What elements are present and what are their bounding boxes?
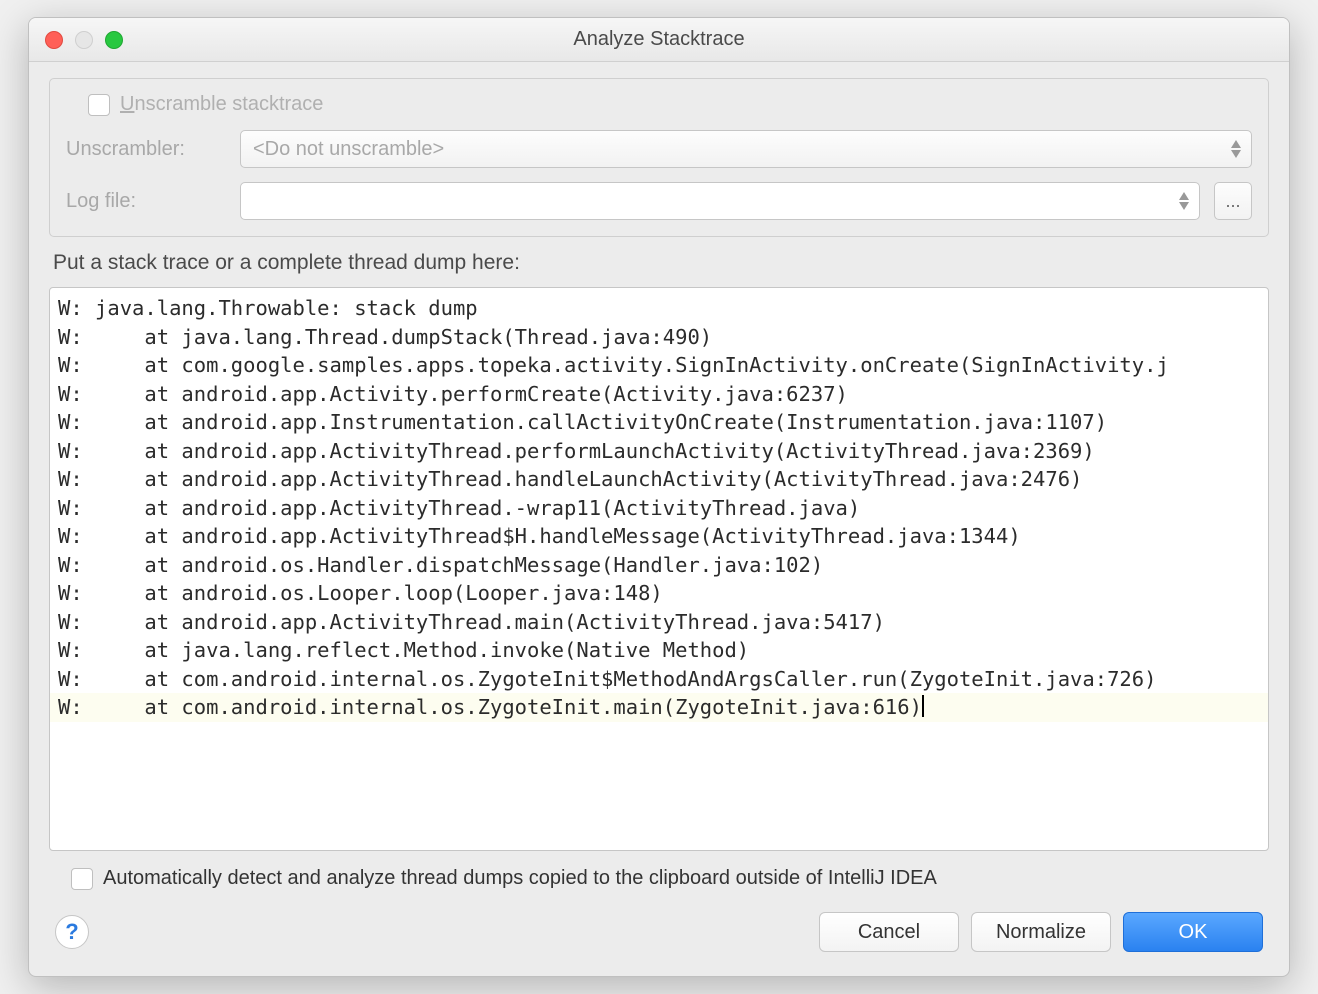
help-icon: ? bbox=[65, 919, 78, 945]
stacktrace-line: W: at com.android.internal.os.ZygoteInit… bbox=[50, 665, 1268, 694]
window-title: Analyze Stacktrace bbox=[29, 28, 1289, 51]
stacktrace-line: W: at android.app.Instrumentation.callAc… bbox=[50, 408, 1268, 437]
help-button[interactable]: ? bbox=[55, 915, 89, 949]
chevron-updown-icon bbox=[1179, 192, 1189, 210]
unscramble-group: Unscramble stacktrace Unscrambler: <Do n… bbox=[49, 78, 1269, 237]
unscramble-checkbox[interactable] bbox=[88, 94, 110, 116]
logfile-label: Log file: bbox=[66, 190, 226, 213]
titlebar: Analyze Stacktrace bbox=[29, 18, 1289, 62]
unscrambler-value: <Do not unscramble> bbox=[253, 138, 444, 161]
dialog-content: Unscramble stacktrace Unscrambler: <Do n… bbox=[29, 62, 1289, 976]
dialog-footer: ? Cancel Normalize OK bbox=[49, 902, 1269, 956]
stacktrace-line: W: java.lang.Throwable: stack dump bbox=[50, 294, 1268, 323]
stacktrace-line: W: at java.lang.reflect.Method.invoke(Na… bbox=[50, 636, 1268, 665]
ok-label: OK bbox=[1179, 921, 1208, 944]
stacktrace-line: W: at android.app.ActivityThread.perform… bbox=[50, 437, 1268, 466]
stacktrace-line: W: at com.android.internal.os.ZygoteInit… bbox=[50, 693, 1268, 722]
browse-logfile-button[interactable]: ... bbox=[1214, 182, 1252, 220]
minimize-icon bbox=[75, 31, 93, 49]
stacktrace-line: W: at android.app.Activity.performCreate… bbox=[50, 380, 1268, 409]
logfile-input[interactable] bbox=[240, 182, 1200, 220]
cancel-label: Cancel bbox=[858, 921, 920, 944]
dialog-window: Analyze Stacktrace Unscramble stacktrace… bbox=[28, 17, 1290, 977]
stacktrace-line: W: at android.app.ActivityThread.handleL… bbox=[50, 465, 1268, 494]
stacktrace-line: W: at com.google.samples.apps.topeka.act… bbox=[50, 351, 1268, 380]
stacktrace-line: W: at android.app.ActivityThread.-wrap11… bbox=[50, 494, 1268, 523]
unscramble-checkbox-label: Unscramble stacktrace bbox=[120, 93, 323, 116]
text-cursor bbox=[922, 695, 924, 717]
stacktrace-line: W: at android.app.ActivityThread.main(Ac… bbox=[50, 608, 1268, 637]
ellipsis-icon: ... bbox=[1225, 191, 1240, 212]
maximize-icon[interactable] bbox=[105, 31, 123, 49]
stacktrace-line: W: at android.os.Looper.loop(Looper.java… bbox=[50, 579, 1268, 608]
unscrambler-select[interactable]: <Do not unscramble> bbox=[240, 130, 1252, 168]
ok-button[interactable]: OK bbox=[1123, 912, 1263, 952]
auto-detect-label: Automatically detect and analyze thread … bbox=[103, 867, 937, 890]
stacktrace-line: W: at android.app.ActivityThread$H.handl… bbox=[50, 522, 1268, 551]
close-icon[interactable] bbox=[45, 31, 63, 49]
stacktrace-textarea[interactable]: W: java.lang.Throwable: stack dumpW: at … bbox=[49, 287, 1269, 851]
window-controls bbox=[45, 31, 123, 49]
cancel-button[interactable]: Cancel bbox=[819, 912, 959, 952]
normalize-button[interactable]: Normalize bbox=[971, 912, 1111, 952]
chevron-updown-icon bbox=[1231, 140, 1241, 158]
unscrambler-label: Unscrambler: bbox=[66, 138, 226, 161]
stacktrace-line: W: at java.lang.Thread.dumpStack(Thread.… bbox=[50, 323, 1268, 352]
stacktrace-instruction: Put a stack trace or a complete thread d… bbox=[49, 249, 1269, 275]
auto-detect-checkbox[interactable] bbox=[71, 868, 93, 890]
stacktrace-line: W: at android.os.Handler.dispatchMessage… bbox=[50, 551, 1268, 580]
normalize-label: Normalize bbox=[996, 921, 1086, 944]
